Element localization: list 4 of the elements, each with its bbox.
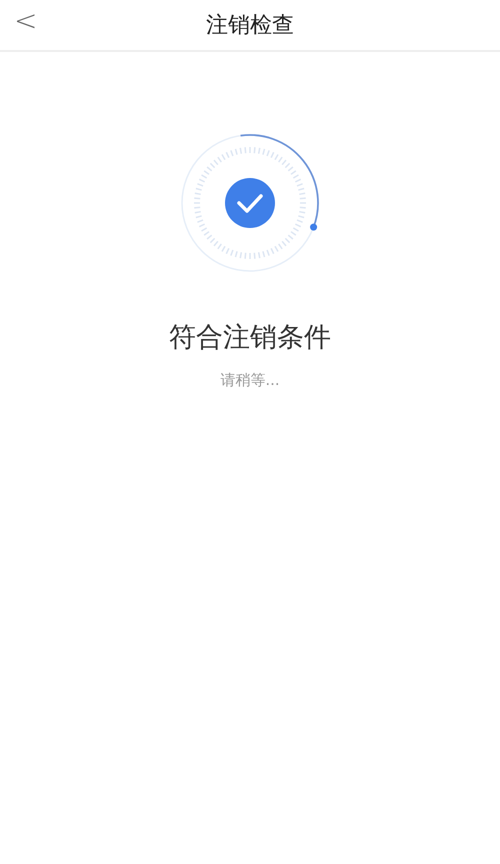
page-title: 注销检查	[206, 12, 294, 40]
status-title: 符合注销条件	[169, 321, 331, 355]
back-button[interactable]: <	[8, 6, 44, 36]
status-subtitle: 请稍等...	[220, 370, 280, 390]
